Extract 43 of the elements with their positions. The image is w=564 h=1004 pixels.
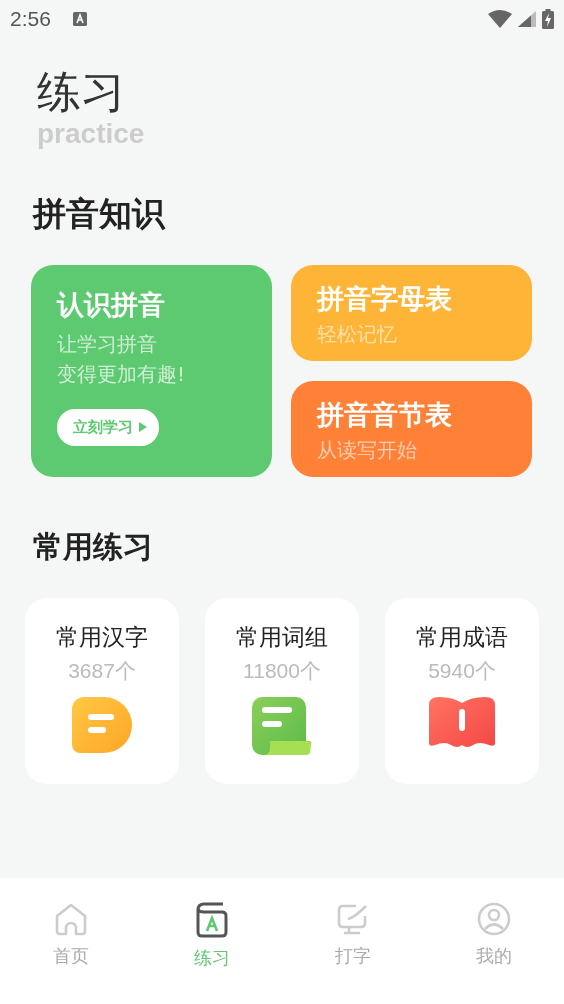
scroll-icon [252,696,312,755]
signal-icon [518,11,536,27]
practice-card[interactable]: 常用词组 11800个 [205,597,359,784]
practice-count: 5940个 [428,657,496,684]
nav-tab[interactable]: 打字 [282,902,423,1004]
card-subtitle: 轻松记忆 [317,320,398,348]
card-title: 拼音字母表 [317,281,453,316]
nav-label: 打字 [334,944,371,968]
section-title: 常用练习 [33,527,154,566]
practice-title: 常用成语 [416,622,508,652]
practice-title: 常用汉字 [56,622,148,652]
wifi-icon [488,10,512,28]
practice-card[interactable]: 常用成语 5940个 [385,597,539,784]
practice-count: 3687个 [68,657,136,684]
practice-title: 常用词组 [236,622,328,652]
card-subtitle: 从读写开始 [317,436,418,464]
card-title: 认识拼音 [57,287,166,322]
nav-label: 练习 [193,946,230,970]
chat-bubble-icon [72,696,132,753]
play-icon [139,422,147,433]
profile-icon [476,902,511,936]
nav-tab[interactable]: 练习 [141,902,282,1004]
start-learning-button[interactable]: 立刻学习 [57,408,159,446]
pinyin-card[interactable]: 认识拼音 让学习拼音 变得更加有趣! 立刻学习 [31,264,272,477]
card-description: 让学习拼音 变得更加有趣! [57,330,187,388]
page-title: 练习 [37,66,126,119]
monitor-pen-icon [335,902,370,936]
battery-icon [542,9,554,29]
practice-card[interactable]: 常用汉字 3687个 [25,597,179,784]
home-icon [53,902,88,936]
open-book-icon [429,696,495,749]
card-title: 拼音音节表 [317,397,453,432]
pinyin-card[interactable]: 拼音字母表 轻松记忆 [291,264,532,361]
nav-tab[interactable]: 我的 [423,902,564,1004]
status-time: 2:56 [10,7,51,31]
practice-count: 11800个 [243,657,321,684]
nav-tab[interactable]: 首页 [0,902,141,1004]
nav-label: 首页 [52,944,89,968]
nav-label: 我的 [475,944,512,968]
pinyin-card[interactable]: 拼音音节表 从读写开始 [291,380,532,477]
keyboard-notification-icon [72,12,87,26]
section-title: 拼音知识 [33,192,167,235]
book-icon [194,902,229,938]
